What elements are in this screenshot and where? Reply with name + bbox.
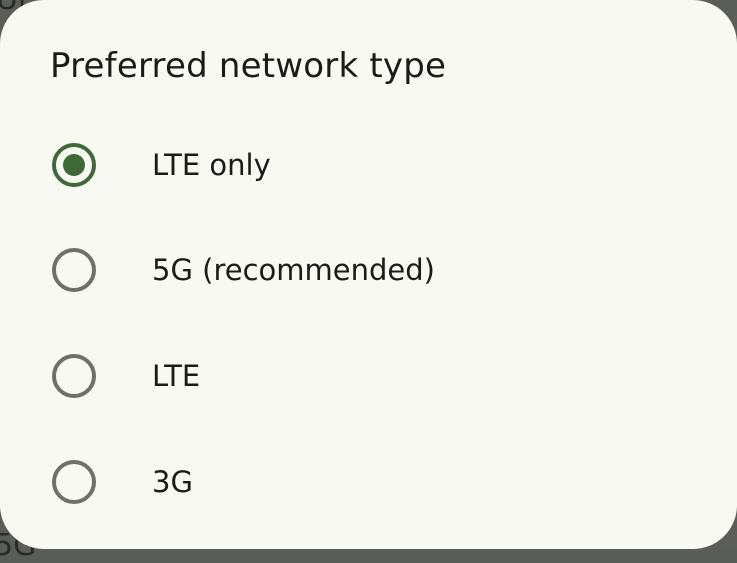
dialog-title: Preferred network type bbox=[50, 46, 447, 86]
option-3g[interactable]: 3G bbox=[0, 429, 737, 535]
option-lte[interactable]: LTE bbox=[0, 323, 737, 429]
radio-unselected-icon[interactable] bbox=[52, 354, 96, 398]
radio-unselected-icon[interactable] bbox=[52, 248, 96, 292]
option-5g-recommended[interactable]: 5G (recommended) bbox=[0, 217, 737, 323]
option-label: 3G bbox=[152, 465, 193, 499]
radio-unselected-icon[interactable] bbox=[52, 460, 96, 504]
option-label: LTE only bbox=[152, 148, 271, 182]
preferred-network-type-dialog: Preferred network type LTE only 5G (reco… bbox=[0, 0, 737, 549]
option-label: 5G (recommended) bbox=[152, 253, 435, 287]
radio-selected-icon[interactable] bbox=[52, 143, 96, 187]
option-label: LTE bbox=[152, 359, 201, 393]
option-lte-only[interactable]: LTE only bbox=[0, 112, 737, 218]
